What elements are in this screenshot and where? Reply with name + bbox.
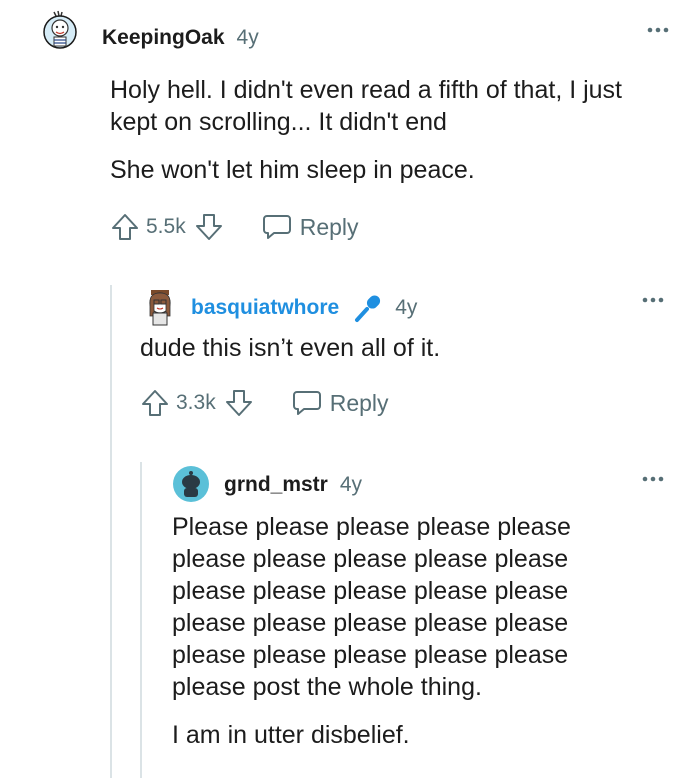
comment-header: basquiatwhore 4y: [145, 290, 665, 326]
reply-button[interactable]: Reply: [292, 389, 389, 417]
comment-paragraph: Holy hell. I didn't even read a fifth of…: [110, 76, 622, 136]
comment: KeepingOak 4y Holy hell. I didn't even r…: [40, 10, 669, 242]
downvote-icon[interactable]: [194, 212, 224, 242]
comment-age[interactable]: 4y: [340, 473, 362, 497]
reply-label: Reply: [329, 389, 389, 416]
comment-actions: 5.5k Reply: [110, 212, 665, 242]
reply-label: Reply: [299, 213, 359, 240]
cartoon-avatar-icon[interactable]: [145, 290, 175, 326]
thread-line[interactable]: [110, 285, 112, 778]
username[interactable]: basquiatwhore: [191, 296, 339, 320]
upvote-icon[interactable]: [140, 388, 170, 418]
username[interactable]: grnd_mstr: [224, 473, 328, 497]
comment-header: KeepingOak 4y: [40, 10, 669, 58]
comment-body: dude this isn’t even all of it.: [140, 332, 665, 364]
comment-body: Holy hell. I didn't even read a fifth of…: [110, 74, 670, 186]
cartoon-avatar-icon[interactable]: [40, 10, 80, 58]
more-options-icon[interactable]: [641, 475, 665, 483]
comment: grnd_mstr 4y Please please please please…: [172, 465, 665, 751]
more-options-icon[interactable]: [641, 296, 665, 304]
snoo-avatar-icon[interactable]: [172, 465, 212, 505]
comment-body: Please please please please please pleas…: [172, 511, 622, 751]
thread-line[interactable]: [140, 462, 142, 778]
comment-paragraph: She won't let him sleep in peace.: [110, 156, 475, 184]
upvote-icon[interactable]: [110, 212, 140, 242]
vote-score: 5.5k: [146, 215, 186, 238]
comment-actions: 3.3k Reply: [140, 388, 665, 418]
comment: basquiatwhore 4y dude this isn’t even al…: [140, 290, 665, 418]
microphone-icon: [353, 293, 383, 323]
speech-bubble-icon: [292, 389, 322, 417]
comment-age[interactable]: 4y: [395, 296, 417, 320]
username[interactable]: KeepingOak: [102, 26, 225, 50]
more-options-icon[interactable]: [646, 26, 670, 34]
speech-bubble-icon: [262, 213, 292, 241]
reply-button[interactable]: Reply: [262, 213, 359, 241]
comment-header: grnd_mstr 4y: [172, 465, 665, 505]
comment-age[interactable]: 4y: [237, 26, 259, 50]
downvote-icon[interactable]: [224, 388, 254, 418]
comment-paragraph: I am in utter disbelief.: [172, 721, 410, 749]
comment-paragraph: Please please please please please pleas…: [172, 513, 571, 701]
vote-score: 3.3k: [176, 391, 216, 414]
comment-paragraph: dude this isn’t even all of it.: [140, 334, 441, 362]
